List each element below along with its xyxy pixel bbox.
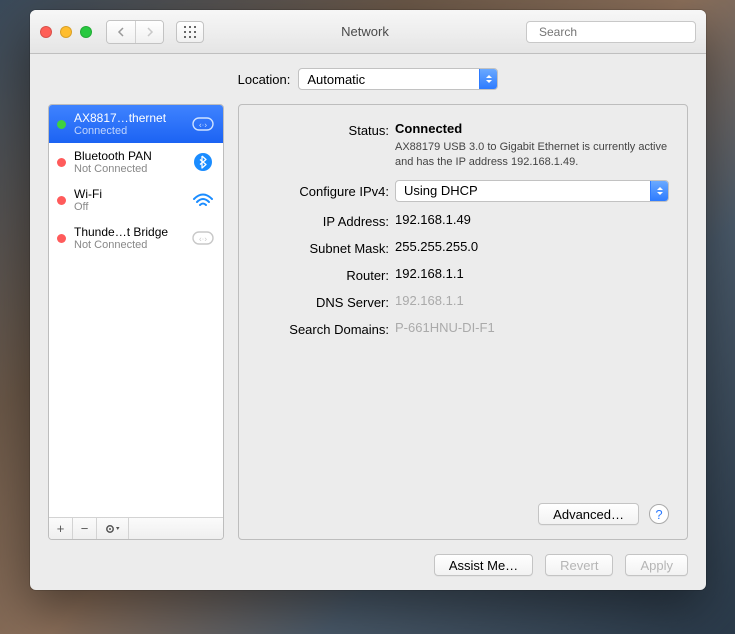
zoom-button[interactable] [80,26,92,38]
service-list: AX8817…thernet Connected ‹·› Bluetooth P… [49,105,223,517]
service-actions-button[interactable] [97,518,129,539]
close-button[interactable] [40,26,52,38]
back-button[interactable] [107,21,135,43]
chevron-right-icon [146,27,154,37]
configure-label: Configure IPv4: [257,180,389,199]
body: AX8817…thernet Connected ‹·› Bluetooth P… [30,104,706,554]
service-item-text: AX8817…thernet Connected [74,111,183,137]
service-status: Off [74,201,183,213]
network-preferences-window: Network Location: Automatic AX8817…thern… [30,10,706,590]
service-name: Bluetooth PAN [74,149,183,163]
dns-value: 192.168.1.1 [395,293,669,308]
configure-ipv4-value: Using DHCP [404,183,478,198]
dns-label: DNS Server: [257,293,389,310]
window-title: Network [212,24,518,39]
status-label: Status: [257,121,389,138]
subnet-label: Subnet Mask: [257,239,389,256]
service-item-thunderbolt[interactable]: Thunde…t Bridge Not Connected ‹·› [49,219,223,257]
configure-ipv4-select[interactable]: Using DHCP [395,180,669,202]
service-status: Not Connected [74,239,183,251]
svg-text:‹·›: ‹·› [199,235,207,244]
nav-buttons [106,20,164,44]
service-status: Not Connected [74,163,183,175]
search-input[interactable] [537,24,696,40]
assist-me-button[interactable]: Assist Me… [434,554,533,576]
bluetooth-icon [191,152,215,172]
chevron-left-icon [117,27,125,37]
service-item-wifi[interactable]: Wi-Fi Off [49,181,223,219]
help-icon: ? [655,507,662,522]
searchdomains-value: P-661HNU-DI-F1 [395,320,669,335]
window-controls [40,26,92,38]
remove-service-button[interactable]: − [73,518,97,539]
grid-icon [184,26,196,38]
status-dot-disconnected-icon [57,196,66,205]
router-label: Router: [257,266,389,283]
service-item-bluetooth[interactable]: Bluetooth PAN Not Connected [49,143,223,181]
service-item-text: Wi-Fi Off [74,187,183,213]
svg-text:‹·›: ‹·› [199,121,207,130]
ethernet-icon: ‹·› [191,114,215,134]
service-name: Thunde…t Bridge [74,225,183,239]
searchdomains-label: Search Domains: [257,320,389,337]
sidebar-footer: + − [49,517,223,539]
status-description: AX88179 USB 3.0 to Gigabit Ethernet is c… [395,140,669,170]
help-button[interactable]: ? [649,504,669,524]
location-label: Location: [238,72,291,87]
service-sidebar: AX8817…thernet Connected ‹·› Bluetooth P… [48,104,224,540]
service-item-text: Bluetooth PAN Not Connected [74,149,183,175]
window-footer: Assist Me… Revert Apply [30,554,706,590]
wifi-icon [191,190,215,210]
location-row: Location: Automatic [30,54,706,104]
service-name: AX8817…thernet [74,111,183,125]
search-field[interactable] [526,21,696,43]
minimize-button[interactable] [60,26,72,38]
select-arrows-icon [650,181,668,201]
status-dot-disconnected-icon [57,158,66,167]
gear-dropdown-icon [104,523,122,535]
service-item-ethernet[interactable]: AX8817…thernet Connected ‹·› [49,105,223,143]
titlebar: Network [30,10,706,54]
forward-button[interactable] [135,21,163,43]
add-service-button[interactable]: + [49,518,73,539]
service-status: Connected [74,125,183,137]
ip-label: IP Address: [257,212,389,229]
status-value: Connected [395,121,669,136]
plus-icon: + [57,521,65,536]
subnet-value: 255.255.255.0 [395,239,669,254]
location-value: Automatic [307,72,365,87]
ethernet-dim-icon: ‹·› [191,228,215,248]
advanced-button[interactable]: Advanced… [538,503,639,525]
status-dot-disconnected-icon [57,234,66,243]
select-arrows-icon [479,69,497,89]
show-all-button[interactable] [176,21,204,43]
detail-panel: Status: Connected AX88179 USB 3.0 to Gig… [238,104,688,540]
location-select[interactable]: Automatic [298,68,498,90]
ip-value: 192.168.1.49 [395,212,669,227]
minus-icon: − [81,521,89,536]
service-item-text: Thunde…t Bridge Not Connected [74,225,183,251]
status-dot-connected-icon [57,120,66,129]
apply-button[interactable]: Apply [625,554,688,576]
service-name: Wi-Fi [74,187,183,201]
router-value: 192.168.1.1 [395,266,669,281]
revert-button[interactable]: Revert [545,554,613,576]
